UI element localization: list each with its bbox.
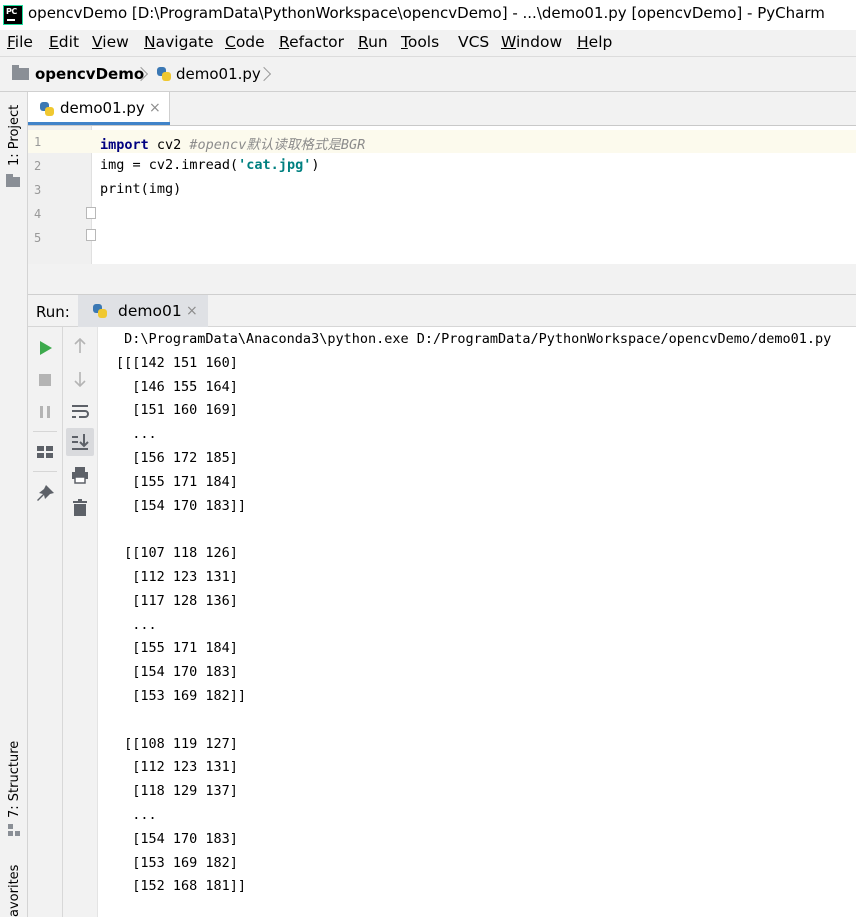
close-icon[interactable]: × (186, 303, 198, 319)
console-line: [[107 118 126] (116, 545, 238, 562)
menu-navigate[interactable]: Navigate (144, 33, 214, 51)
menu-refactor[interactable]: Refactor (279, 33, 344, 51)
breadcrumb-project[interactable]: opencvDemo (35, 65, 144, 83)
structure-panel-toggle[interactable]: 7: Structure (7, 741, 22, 818)
line-number: 3 (34, 183, 42, 197)
run-toolbar-secondary (63, 327, 98, 917)
run-label: Run: (36, 303, 70, 321)
console-line: [[108 119 127] (116, 735, 238, 752)
arrow-down-icon[interactable] (67, 366, 93, 392)
run-tab-label: demo01 (118, 302, 182, 320)
console-line: [118 129 137] (116, 783, 238, 800)
console-line: [155 171 184] (116, 473, 238, 490)
folder-icon (12, 65, 29, 80)
menu-view[interactable]: View (92, 33, 129, 51)
project-panel-toggle[interactable]: 1: Project (7, 105, 22, 166)
project-folder-icon (6, 174, 20, 187)
console-line: [[[142 151 160] (116, 354, 238, 371)
console-line: [156 172 185] (116, 450, 238, 466)
console-line: [112 123 131] (116, 759, 238, 776)
breadcrumb-file[interactable]: demo01.py (176, 65, 261, 83)
code-line-1: import cv2 #opencv默认读取格式是BGR (100, 137, 366, 153)
scroll-to-end-icon[interactable] (67, 429, 93, 455)
console-line: [154 170 183] (116, 664, 238, 681)
menu-run[interactable]: Run (358, 33, 388, 51)
run-toolbar-primary (28, 327, 63, 917)
tab-run-demo01[interactable]: demo01 × (78, 295, 208, 327)
python-file-icon (39, 101, 55, 117)
console-line: [117 128 136] (116, 592, 238, 609)
menu-edit[interactable]: Edit (49, 33, 79, 51)
line-number: 1 (34, 135, 42, 149)
console-line: [154 170 183] (116, 830, 238, 847)
console-line: [146 155 164] (116, 378, 238, 395)
python-file-icon (156, 66, 172, 82)
stop-icon[interactable] (32, 367, 58, 393)
code-line-2: img = cv2.imread('cat.jpg') (100, 157, 320, 173)
menu-bar: File Edit View Navigate Code Refactor Ru… (0, 30, 856, 57)
pause-icon[interactable] (32, 399, 58, 425)
editor-bottom-gap (28, 264, 856, 294)
console-line: ... (116, 807, 157, 823)
active-tab-indicator (28, 122, 170, 125)
close-icon[interactable]: × (149, 100, 161, 116)
line-number: 4 (34, 207, 42, 221)
window-title: opencvDemo [D:\ProgramData\PythonWorkspa… (28, 4, 825, 22)
run-panel-header: Run: demo01 × (28, 294, 856, 327)
title-bar: PC opencvDemo [D:\ProgramData\PythonWork… (0, 0, 856, 30)
line-number: 5 (34, 231, 42, 245)
layout-icon[interactable] (32, 439, 58, 465)
menu-file[interactable]: File (7, 33, 33, 51)
fold-marker-icon[interactable] (86, 207, 96, 219)
breadcrumb: opencvDemo demo01.py (0, 57, 856, 92)
left-tool-strip: 1: Project 7: Structure avorites (0, 92, 28, 917)
console-line: [155 171 184] (116, 640, 238, 657)
console-command-line: D:\ProgramData\Anaconda3\python.exe D:/P… (116, 331, 832, 347)
menu-tools[interactable]: Tools (401, 33, 439, 51)
console-line: ... (116, 616, 157, 633)
arrow-up-icon[interactable] (67, 333, 93, 359)
console-line: [112 123 131] (116, 569, 238, 585)
tab-demo01-py[interactable]: demo01.py × (28, 92, 170, 125)
console-line: [153 169 182] (116, 854, 238, 871)
rerun-icon[interactable] (32, 335, 58, 361)
tab-label: demo01.py (60, 99, 145, 117)
menu-code[interactable]: Code (225, 33, 265, 51)
structure-icon (8, 824, 20, 836)
print-icon[interactable] (67, 462, 93, 488)
menu-help[interactable]: Help (577, 33, 612, 51)
console-line: [152 168 181]] (116, 878, 247, 895)
fold-marker-icon[interactable] (86, 229, 96, 241)
console-line: ... (116, 426, 157, 443)
editor-tab-bar: demo01.py × (28, 92, 856, 126)
trash-icon[interactable] (67, 495, 93, 521)
menu-window[interactable]: Window (501, 33, 562, 51)
pycharm-logo-icon: PC (3, 5, 23, 25)
code-line-3: print(img) (100, 181, 182, 197)
pin-icon[interactable] (32, 481, 58, 507)
soft-wrap-icon[interactable] (67, 398, 93, 424)
console-line: [151 160 169] (116, 402, 238, 419)
console-line: [154 170 183]] (116, 497, 247, 514)
console-line: [153 169 182]] (116, 688, 247, 704)
favorites-panel-toggle[interactable]: avorites (7, 865, 22, 917)
menu-vcs[interactable]: VCS (458, 33, 489, 51)
line-number: 2 (34, 159, 42, 173)
python-run-icon (92, 303, 108, 319)
logo-text: PC (6, 7, 17, 16)
